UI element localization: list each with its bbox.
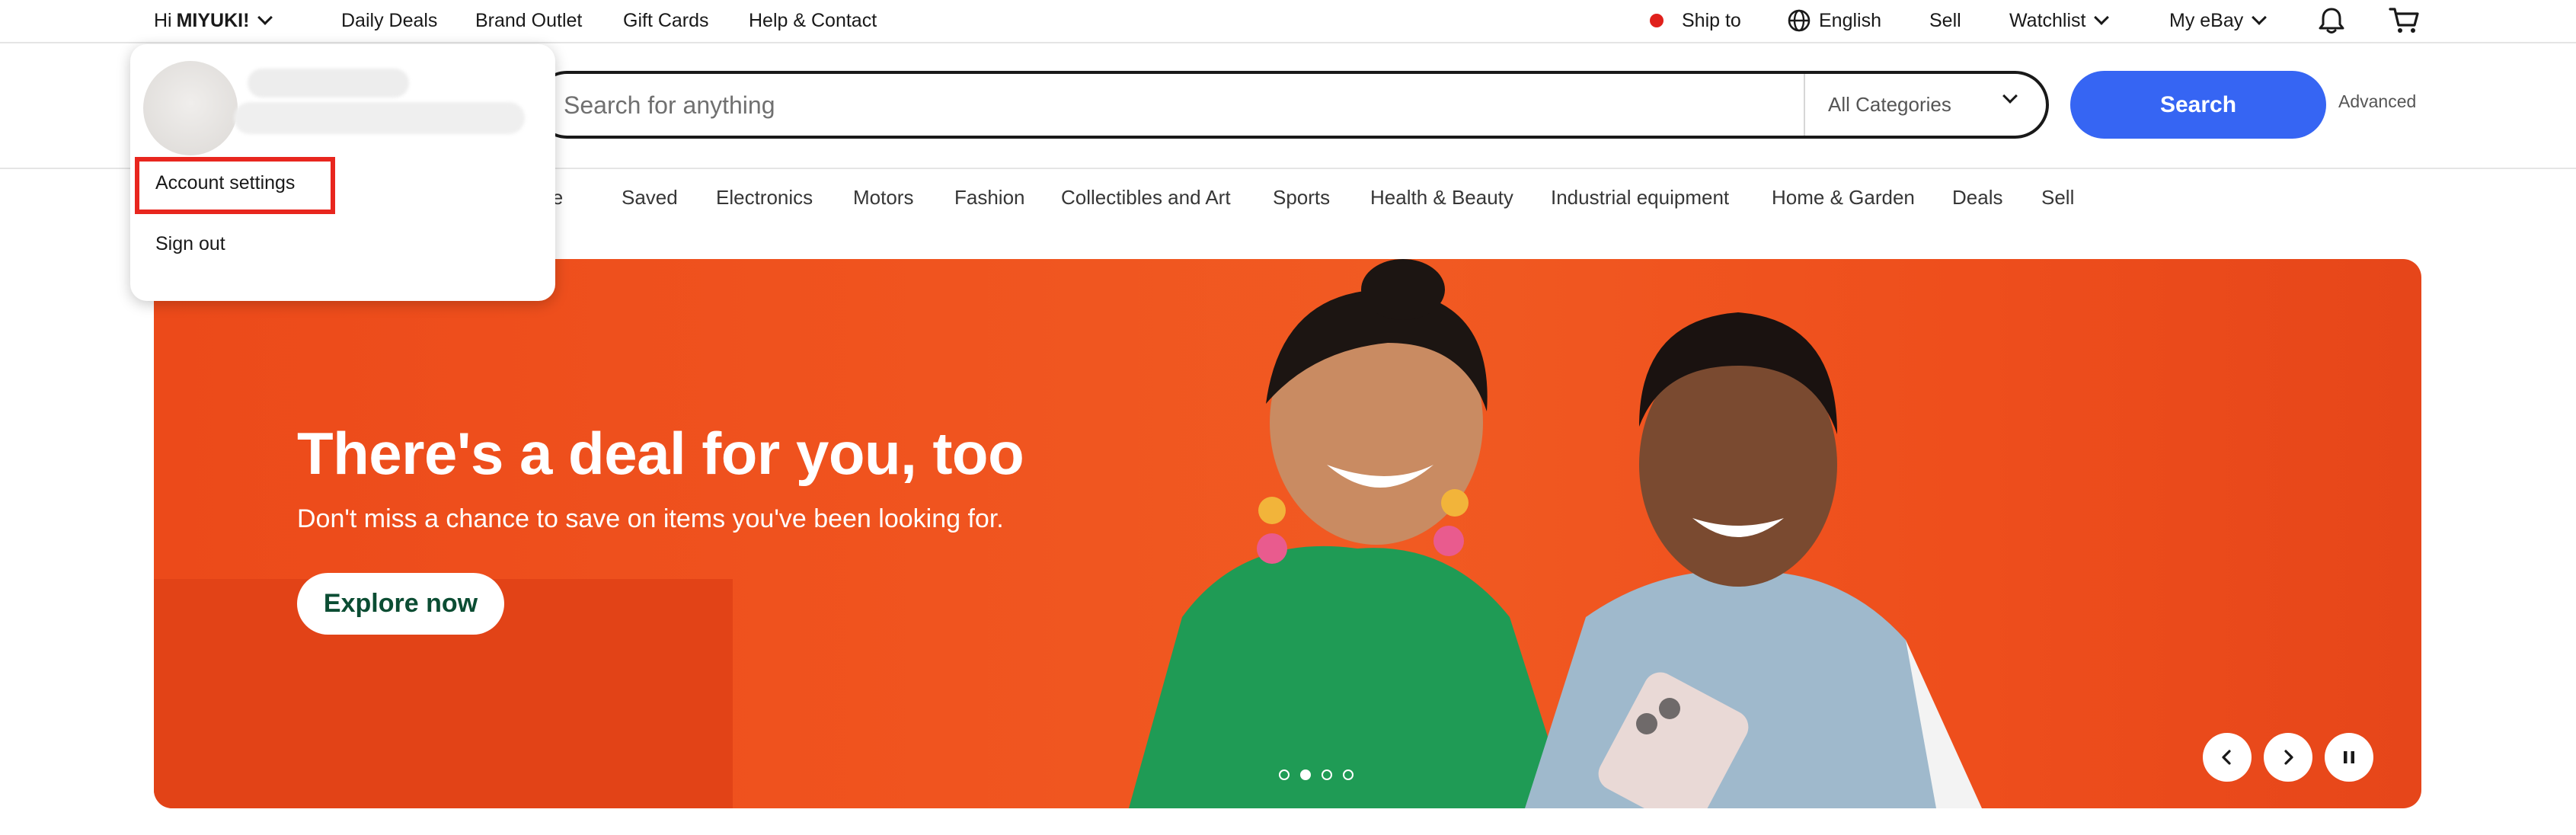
hero-subtitle: Don't miss a chance to save on items you… <box>297 504 1004 533</box>
carousel-dot[interactable] <box>1322 769 1332 780</box>
chevron-down-icon <box>2094 10 2110 25</box>
ship-to-button[interactable]: Ship to <box>1650 0 1741 41</box>
search-divider <box>1804 74 1805 136</box>
nav-item-health-beauty[interactable]: Health & Beauty <box>1370 186 1513 210</box>
user-info-redacted <box>234 102 525 134</box>
cart-button[interactable] <box>2389 0 2421 41</box>
search-button[interactable]: Search <box>2070 71 2326 139</box>
watchlist-menu[interactable]: Watchlist <box>2009 0 2110 41</box>
user-name-redacted <box>248 69 409 98</box>
chevron-down-icon <box>2002 88 2018 104</box>
globe-icon <box>1788 9 1811 32</box>
search-bar: All Categories <box>533 71 2049 139</box>
ship-to-label: Ship to <box>1682 9 1741 31</box>
explore-now-button[interactable]: Explore now <box>297 573 504 635</box>
nav-item-deals[interactable]: Deals <box>1952 186 2002 210</box>
user-greeting-menu[interactable]: Hi MIYUKI! <box>154 0 273 41</box>
chevron-right-icon <box>2284 750 2293 765</box>
carousel-prev-button[interactable] <box>2203 733 2252 782</box>
carousel-dot[interactable] <box>1343 769 1354 780</box>
hero-title: There's a deal for you, too <box>297 420 1024 487</box>
category-select[interactable]: All Categories <box>1828 74 2034 136</box>
avatar <box>143 61 238 155</box>
account-settings-link[interactable]: Account settings <box>155 172 295 194</box>
hero-banner: There's a deal for you, too Don't miss a… <box>154 259 2421 808</box>
gift-cards-link[interactable]: Gift Cards <box>623 0 709 41</box>
carousel-pause-button[interactable] <box>2325 733 2373 782</box>
chevron-down-icon <box>257 10 273 25</box>
nav-item-sell[interactable]: Sell <box>2041 186 2074 210</box>
carousel-indicators <box>1279 769 1354 780</box>
bell-icon <box>2319 8 2344 34</box>
nav-item-fashion[interactable]: Fashion <box>954 186 1025 210</box>
watchlist-label: Watchlist <box>2009 9 2086 31</box>
ship-to-dot-icon <box>1650 14 1664 27</box>
carousel-dot-active[interactable] <box>1300 769 1311 780</box>
top-utility-bar: Hi MIYUKI! Daily Deals Brand Outlet Gift… <box>0 0 2576 43</box>
my-ebay-label: My eBay <box>2169 9 2244 31</box>
nav-item-collectibles[interactable]: Collectibles and Art <box>1061 186 1231 210</box>
user-name: MIYUKI! <box>176 9 250 31</box>
nav-item-home-garden[interactable]: Home & Garden <box>1772 186 1915 210</box>
nav-item-sports[interactable]: Sports <box>1273 186 1330 210</box>
user-account-dropdown: Account settings Sign out <box>130 44 555 301</box>
hero-photo <box>1129 259 1982 808</box>
nav-item-motors[interactable]: Motors <box>853 186 913 210</box>
sell-link[interactable]: Sell <box>1929 0 1961 41</box>
my-ebay-menu[interactable]: My eBay <box>2169 0 2268 41</box>
sign-out-link[interactable]: Sign out <box>155 233 225 255</box>
category-select-label: All Categories <box>1828 93 1951 116</box>
language-selector[interactable]: English <box>1787 0 1881 41</box>
help-contact-link[interactable]: Help & Contact <box>749 0 877 41</box>
greeting-prefix: Hi <box>154 9 172 31</box>
daily-deals-link[interactable]: Daily Deals <box>341 0 437 41</box>
notifications-button[interactable] <box>2318 0 2345 41</box>
nav-item-electronics[interactable]: Electronics <box>716 186 813 210</box>
chevron-left-icon <box>2222 750 2231 765</box>
search-input[interactable] <box>562 74 1769 137</box>
language-label: English <box>1819 9 1881 31</box>
advanced-search-link[interactable]: Advanced <box>2338 91 2416 112</box>
cart-icon <box>2389 8 2419 33</box>
brand-outlet-link[interactable]: Brand Outlet <box>475 0 582 41</box>
pause-icon <box>2344 751 2354 763</box>
chevron-down-icon <box>2252 10 2268 25</box>
carousel-dot[interactable] <box>1279 769 1290 780</box>
nav-item-industrial[interactable]: Industrial equipment <box>1551 186 1729 210</box>
carousel-next-button[interactable] <box>2264 733 2312 782</box>
nav-item-saved[interactable]: Saved <box>622 186 678 210</box>
